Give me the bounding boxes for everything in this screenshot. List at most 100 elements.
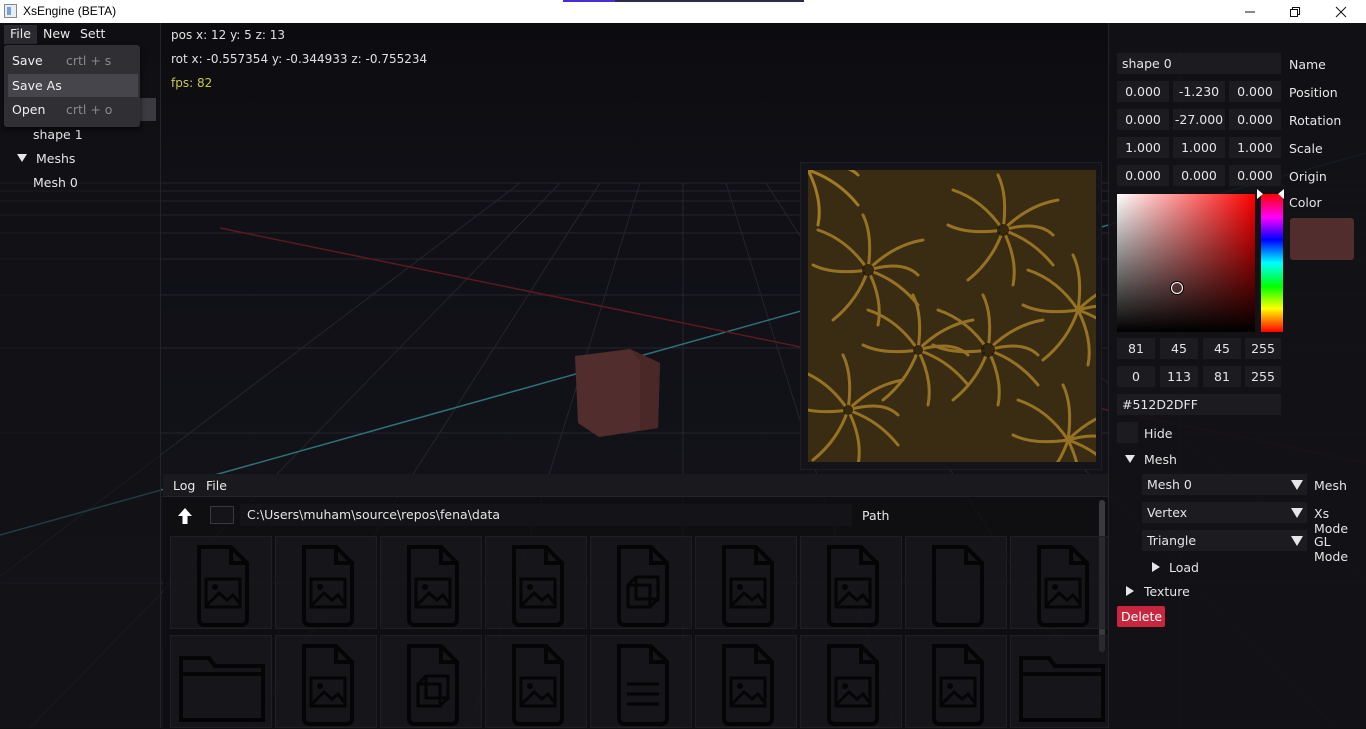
- color-picker-cursor[interactable]: [1171, 282, 1183, 294]
- restore-icon: [1290, 6, 1300, 17]
- color-swatch[interactable]: [1290, 218, 1354, 260]
- camera-position-readout: pos x: 12 y: 5 z: 13: [171, 28, 286, 42]
- hide-checkbox[interactable]: [1117, 422, 1138, 443]
- mesh-combo[interactable]: Mesh 0: [1142, 474, 1307, 495]
- color-hex-input[interactable]: #512D2DFF: [1117, 394, 1281, 415]
- menu-log[interactable]: Log: [173, 478, 195, 493]
- image-file-icon: [302, 644, 354, 726]
- parent-folder-button[interactable]: [172, 505, 198, 527]
- rotation-z-input[interactable]: 0.000: [1229, 109, 1281, 130]
- image-file-icon: [932, 644, 984, 726]
- origin-y-input[interactable]: 0.000: [1173, 165, 1225, 186]
- cube-object[interactable]: [575, 349, 660, 437]
- origin-x-input[interactable]: 0.000: [1117, 165, 1169, 186]
- color-saturation-value-picker[interactable]: [1117, 194, 1255, 332]
- gl-mode-label: GL Mode: [1314, 534, 1349, 564]
- file-item[interactable]: [275, 536, 377, 629]
- color-g-input[interactable]: 45: [1160, 338, 1198, 359]
- collapsed-arrow-icon[interactable]: [1152, 562, 1160, 572]
- image-file-icon: [827, 545, 879, 627]
- tree-item-shape-1[interactable]: shape 1: [33, 127, 83, 142]
- image-file-icon: [722, 644, 774, 726]
- file-item[interactable]: [800, 536, 902, 629]
- file-item[interactable]: [1010, 536, 1112, 629]
- menu-item-label: Save: [12, 53, 43, 68]
- menu-file-browser[interactable]: File: [206, 478, 227, 493]
- file-item[interactable]: [1010, 635, 1112, 728]
- file-item[interactable]: [485, 536, 587, 629]
- image-file-icon: [1037, 545, 1089, 627]
- menu-item-save[interactable]: Save crtl + s: [8, 49, 138, 72]
- file-item[interactable]: [590, 635, 692, 728]
- file-item[interactable]: [485, 635, 587, 728]
- hue-slider[interactable]: [1261, 194, 1283, 332]
- path-label: Path: [862, 508, 890, 523]
- file-item[interactable]: [275, 635, 377, 728]
- color-v-input[interactable]: 81: [1203, 366, 1241, 387]
- close-button[interactable]: [1318, 0, 1364, 23]
- tree-item-mesh-0[interactable]: Mesh 0: [33, 175, 78, 190]
- name-input[interactable]: shape 0: [1117, 53, 1281, 74]
- camera-rotation-readout: rot x: -0.557354 y: -0.344933 z: -0.7552…: [171, 52, 428, 66]
- color-b-input[interactable]: 45: [1203, 338, 1241, 359]
- name-label: Name: [1289, 57, 1326, 72]
- menu-item-shortcut: crtl + s: [66, 53, 112, 68]
- position-x-input[interactable]: 0.000: [1117, 81, 1169, 102]
- tree-item-meshs[interactable]: Meshs: [36, 151, 75, 166]
- scale-label: Scale: [1289, 141, 1323, 156]
- scale-x-input[interactable]: 1.000: [1117, 137, 1169, 158]
- rotation-x-input[interactable]: 0.000: [1117, 109, 1169, 130]
- close-icon: [1335, 6, 1347, 17]
- path-input[interactable]: C:\Users\muham\source\repos\fena\data: [240, 504, 852, 526]
- mesh-section-header[interactable]: Mesh: [1144, 452, 1177, 467]
- file-item[interactable]: [905, 536, 1007, 629]
- texture-image: [808, 170, 1096, 462]
- rotation-y-input[interactable]: -27.000: [1173, 109, 1225, 130]
- scale-z-input[interactable]: 1.000: [1229, 137, 1281, 158]
- minimize-button[interactable]: [1227, 0, 1273, 23]
- menu-item-save-as[interactable]: Save As: [8, 74, 138, 97]
- file-item[interactable]: [380, 635, 482, 728]
- color-a-input[interactable]: 255: [1245, 338, 1281, 359]
- menu-settings[interactable]: Sett: [80, 26, 105, 41]
- image-file-icon: [722, 545, 774, 627]
- text-file-icon: [617, 644, 669, 726]
- origin-z-input[interactable]: 0.000: [1229, 165, 1281, 186]
- xs-mode-label: Xs Mode: [1314, 506, 1349, 536]
- file-item[interactable]: [695, 536, 797, 629]
- image-file-icon: [197, 545, 249, 627]
- file-item[interactable]: [590, 536, 692, 629]
- color-s-input[interactable]: 113: [1160, 366, 1198, 387]
- hide-label: Hide: [1144, 426, 1173, 441]
- texture-section-header[interactable]: Texture: [1144, 584, 1190, 599]
- menu-new[interactable]: New: [43, 26, 70, 41]
- delete-button[interactable]: Delete: [1117, 606, 1165, 627]
- load-section-header[interactable]: Load: [1169, 560, 1199, 575]
- expand-arrow-icon[interactable]: [1125, 455, 1135, 463]
- color-h-input[interactable]: 0: [1117, 366, 1155, 387]
- menu-item-open[interactable]: Open crtl + o: [8, 98, 138, 121]
- window-title: XsEngine (BETA): [23, 4, 117, 18]
- scale-y-input[interactable]: 1.000: [1173, 137, 1225, 158]
- menu-item-label: Save As: [12, 78, 62, 93]
- gl-mode-combo[interactable]: Triangle: [1142, 530, 1307, 551]
- blank-file-icon: [932, 545, 984, 627]
- xs-mode-combo[interactable]: Vertex: [1142, 502, 1307, 523]
- collapsed-arrow-icon[interactable]: [1126, 586, 1134, 596]
- color-r-input[interactable]: 81: [1117, 338, 1155, 359]
- path-toggle[interactable]: [210, 506, 234, 524]
- maximize-button[interactable]: [1272, 0, 1318, 23]
- position-z-input[interactable]: 0.000: [1229, 81, 1281, 102]
- file-item[interactable]: [170, 635, 272, 728]
- color-alpha-input[interactable]: 255: [1245, 366, 1281, 387]
- menu-file[interactable]: File: [4, 25, 37, 44]
- expand-arrow-icon[interactable]: [17, 154, 27, 162]
- up-arrow-icon: [178, 508, 192, 524]
- hue-marker-left-icon: [1257, 189, 1263, 199]
- file-item[interactable]: [905, 635, 1007, 728]
- position-y-input[interactable]: -1.230: [1173, 81, 1225, 102]
- file-item[interactable]: [800, 635, 902, 728]
- file-item[interactable]: [380, 536, 482, 629]
- file-item[interactable]: [695, 635, 797, 728]
- file-item[interactable]: [170, 536, 272, 629]
